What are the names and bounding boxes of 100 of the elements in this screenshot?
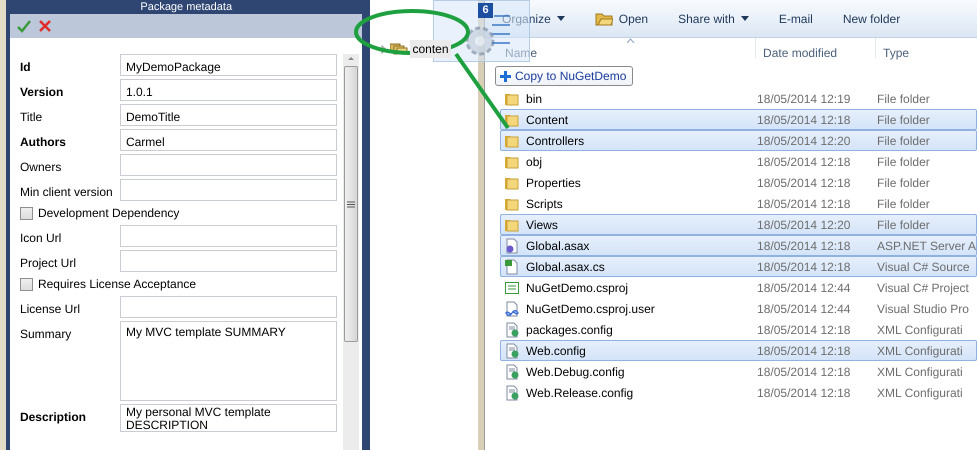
field-label: Min client version [20, 184, 114, 201]
file-icon [504, 364, 520, 380]
date-cell-text: 18/05/2014 12:18 [757, 342, 852, 360]
checkbox[interactable] [20, 278, 33, 290]
date-cell-text: 18/05/2014 12:18 [757, 384, 852, 402]
column-header[interactable]: Type [876, 38, 910, 58]
date-cell-text: 18/05/2014 12:20 [757, 216, 852, 234]
file-row[interactable]: bin 18/05/2014 12:19 File folder [500, 88, 977, 109]
file-row[interactable]: packages.config 18/05/2014 12:18 XML Configurati [500, 319, 977, 340]
input-field[interactable] [120, 154, 337, 176]
file-name: Content [526, 112, 568, 128]
file-name: Web.Debug.config [526, 364, 625, 380]
type-cell-text: File folder [877, 90, 930, 108]
file-row[interactable]: NuGetDemo.csproj.user 18/05/2014 12:44 Visual Studio Pro [500, 298, 977, 319]
file-row[interactable]: Scripts 18/05/2014 12:18 File folder [500, 193, 977, 214]
type-cell-text: Visual Studio Pro [877, 300, 969, 318]
count-badge: 6 [478, 3, 493, 18]
caret-icon [740, 16, 749, 21]
file-row[interactable]: Web.Release.config 18/05/2014 12:18 XML Configurati [500, 382, 977, 403]
text-area[interactable]: My MVC template SUMMARY [120, 321, 337, 401]
type-cell-text: Visual C# Project [877, 280, 969, 296]
file-row[interactable]: Content 18/05/2014 12:18 File folder [500, 109, 977, 130]
file-name: Global.asax [526, 238, 590, 254]
field-label: Version [20, 84, 64, 101]
date-cell-text: 18/05/2014 12:44 [757, 280, 852, 296]
field-label: Title [20, 109, 44, 126]
field-label: Icon Url [20, 230, 62, 247]
field-label: Description [20, 409, 87, 426]
expander-icon[interactable] [380, 44, 388, 54]
input-field[interactable] [120, 225, 337, 247]
input-field[interactable] [120, 296, 337, 318]
file-name: obj [526, 154, 542, 170]
file-row[interactable]: Views 18/05/2014 12:20 File folder [500, 214, 977, 235]
file-name: Web.Release.config [526, 384, 634, 402]
type-cell-text: XML Configurati [877, 342, 963, 360]
date-cell-text: 18/05/2014 12:18 [757, 196, 852, 212]
file-row[interactable]: Controllers 18/05/2014 12:20 File folder [500, 130, 977, 151]
file-name: NuGetDemo.csproj [526, 280, 628, 296]
file-name: packages.config [526, 322, 613, 338]
file-icon [504, 342, 520, 358]
file-icon [504, 322, 520, 338]
file-row[interactable]: Global.asax 18/05/2014 12:18 ASP.NET Server A [500, 235, 977, 256]
toolbar-button[interactable]: Open [594, 10, 648, 28]
folder-icon [594, 10, 613, 26]
drop-tooltip: Copy to NuGetDemo [495, 66, 634, 86]
caret-icon [556, 16, 565, 21]
file-name: Global.asax.cs [526, 258, 605, 276]
file-row[interactable]: Global.asax.cs 18/05/2014 12:18 Visual C# Source [500, 256, 977, 277]
date-cell-text: 18/05/2014 12:18 [757, 154, 852, 170]
scroll-thumb[interactable] [344, 66, 358, 342]
field-label: Id [20, 59, 32, 76]
file-name: Views [526, 216, 558, 234]
date-cell-text: 18/05/2014 12:18 [757, 364, 852, 380]
type-cell-text: File folder [877, 132, 930, 150]
date-cell-text: 18/05/2014 12:18 [757, 174, 852, 192]
date-cell-text: 18/05/2014 12:20 [757, 132, 852, 150]
type-cell-text: File folder [877, 174, 930, 192]
input-field[interactable] [120, 250, 337, 272]
checkbox-label: Development Dependency [38, 205, 180, 222]
type-cell-text: XML Configurati [877, 322, 963, 338]
file-icon [504, 238, 520, 254]
input-field[interactable]: Carmel [120, 129, 337, 151]
scrollbar[interactable] [342, 54, 359, 450]
toolbar-button[interactable]: New folder [842, 10, 900, 28]
file-row[interactable]: Web.config 18/05/2014 12:18 XML Configurati [500, 340, 977, 361]
type-cell-text: XML Configurati [877, 384, 963, 402]
file-row[interactable]: obj 18/05/2014 12:18 File folder [500, 151, 977, 172]
input-field[interactable]: MyDemoPackage [120, 54, 337, 76]
text-area[interactable]: My personal MVC template DESCRIPTION [120, 404, 337, 432]
field-label: Summary [20, 326, 72, 343]
date-cell-text: 18/05/2014 12:18 [757, 112, 852, 128]
close-icon[interactable] [38, 19, 52, 33]
tree-item[interactable]: conten [410, 40, 451, 58]
toolbar-button[interactable]: E-mail [778, 10, 813, 28]
file-icon [504, 280, 520, 296]
type-cell-text: File folder [877, 112, 930, 128]
file-row[interactable]: NuGetDemo.csproj 18/05/2014 12:44 Visual C# Project [500, 277, 977, 298]
file-name: Scripts [526, 196, 563, 212]
checkbox-label: Requires License Acceptance [38, 276, 196, 293]
scroll-up-icon[interactable] [346, 54, 355, 62]
toolbar-button[interactable]: Share with [678, 10, 749, 28]
field-label: Project Url [20, 255, 77, 272]
file-name: Properties [526, 174, 581, 192]
input-field[interactable]: 1.0.1 [120, 79, 337, 101]
file-name: Web.config [526, 342, 586, 360]
date-cell-text: 18/05/2014 12:44 [757, 300, 852, 318]
file-icon [504, 300, 520, 316]
plus-icon [500, 70, 511, 82]
file-name: NuGetDemo.csproj.user [526, 300, 655, 318]
check-icon[interactable] [16, 18, 32, 34]
input-field[interactable]: DemoTitle [120, 104, 337, 126]
column-header[interactable]: Date modified [756, 38, 876, 58]
file-row[interactable]: Properties 18/05/2014 12:18 File folder [500, 172, 977, 193]
date-cell-text: 18/05/2014 12:18 [757, 238, 852, 254]
field-label: License Url [20, 301, 81, 318]
checkbox[interactable] [20, 206, 33, 220]
grip-icon [346, 200, 355, 208]
file-row[interactable]: Web.Debug.config 18/05/2014 12:18 XML Configurati [500, 361, 977, 382]
file-icon [504, 384, 520, 400]
input-field[interactable] [120, 179, 337, 201]
